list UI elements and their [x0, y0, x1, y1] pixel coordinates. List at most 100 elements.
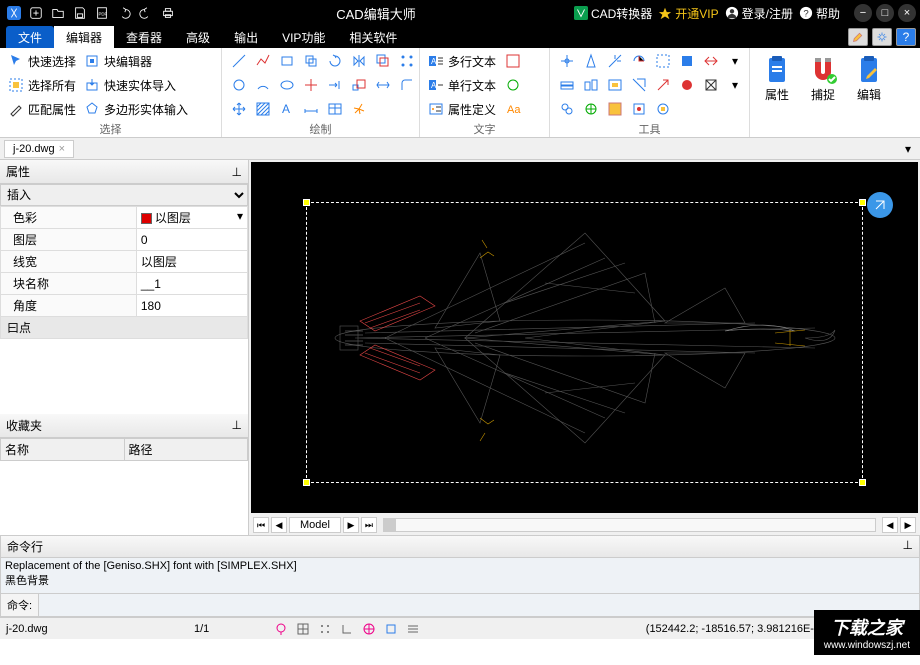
tool-11[interactable] — [604, 74, 626, 96]
attdef-button[interactable]: 属性定义 — [426, 98, 498, 120]
canvas-info-badge[interactable] — [867, 192, 893, 218]
insert-select[interactable]: 插入 — [0, 184, 248, 206]
prop-bname-value[interactable]: __1 — [136, 273, 247, 295]
menu-output[interactable]: 输出 — [222, 26, 270, 48]
pdf-icon[interactable]: PDF — [92, 3, 112, 23]
tool-1[interactable] — [556, 50, 578, 72]
polyline-icon[interactable] — [252, 50, 274, 72]
status-osnap-icon[interactable] — [382, 620, 400, 638]
selection-handle[interactable] — [303, 479, 310, 486]
paint-icon[interactable] — [848, 28, 868, 46]
pin-icon[interactable]: ⊥ — [232, 165, 242, 179]
tool-13[interactable] — [652, 74, 674, 96]
help-link[interactable]: ?帮助 — [799, 5, 840, 22]
tool-5[interactable] — [652, 50, 674, 72]
text-tool-2[interactable] — [502, 74, 524, 96]
drawing-canvas[interactable] — [251, 162, 918, 513]
hscrollbar[interactable] — [383, 518, 876, 532]
tool-18[interactable] — [580, 98, 602, 120]
settings-icon[interactable] — [872, 28, 892, 46]
tab-nav-last[interactable]: ⏭ — [361, 517, 377, 533]
file-tab[interactable]: j-20.dwg× — [4, 140, 74, 158]
arc-icon[interactable] — [252, 74, 274, 96]
quick-import-button[interactable]: 快速实体导入 — [82, 74, 190, 96]
tab-nav-prev[interactable]: ◀ — [271, 517, 287, 533]
vip-link[interactable]: 开通VIP — [658, 5, 718, 22]
snap-button[interactable]: 捕捉 — [802, 50, 844, 121]
text-draw-icon[interactable]: A — [276, 98, 298, 120]
menu-related[interactable]: 相关软件 — [337, 26, 409, 48]
pin-icon[interactable]: ⊥ — [903, 538, 913, 555]
stretch-icon[interactable] — [372, 74, 394, 96]
hatch-icon[interactable] — [252, 98, 274, 120]
selection-handle[interactable] — [303, 199, 310, 206]
fillet-icon[interactable] — [396, 74, 418, 96]
close-tab-icon[interactable]: × — [59, 143, 65, 155]
status-balloon-icon[interactable] — [272, 620, 290, 638]
match-props-button[interactable]: 匹配属性 — [6, 98, 78, 120]
undo-icon[interactable] — [114, 3, 134, 23]
close-button[interactable]: × — [898, 4, 916, 22]
print-icon[interactable] — [158, 3, 178, 23]
minimize-button[interactable]: − — [854, 4, 872, 22]
tool-2[interactable] — [580, 50, 602, 72]
circle-icon[interactable] — [228, 74, 250, 96]
mirror-icon[interactable] — [348, 50, 370, 72]
tab-nav-first[interactable]: ⏮ — [253, 517, 269, 533]
menu-vip[interactable]: VIP功能 — [270, 26, 337, 48]
status-grid-icon[interactable] — [294, 620, 312, 638]
ellipse-icon[interactable] — [276, 74, 298, 96]
table-icon[interactable] — [324, 98, 346, 120]
menu-viewer[interactable]: 查看器 — [114, 26, 174, 48]
prop-layer-value[interactable]: 0 — [136, 229, 247, 251]
tool-6[interactable] — [676, 50, 698, 72]
quick-select-button[interactable]: 快速选择 — [6, 50, 78, 72]
tool-8[interactable]: ▾ — [724, 50, 746, 72]
prop-angle-value[interactable]: 180 — [136, 295, 247, 317]
tool-15[interactable] — [700, 74, 722, 96]
extend-icon[interactable] — [324, 74, 346, 96]
tab-dropdown-icon[interactable]: ▾ — [900, 141, 916, 157]
pin-icon[interactable]: ⊥ — [232, 418, 242, 432]
tool-17[interactable] — [556, 98, 578, 120]
status-snap-icon[interactable] — [316, 620, 334, 638]
fav-name-header[interactable]: 名称 — [1, 438, 125, 460]
model-tab[interactable]: Model — [289, 517, 341, 533]
new-icon[interactable] — [26, 3, 46, 23]
rotate-icon[interactable] — [324, 50, 346, 72]
tool-7[interactable] — [700, 50, 722, 72]
tool-20[interactable] — [628, 98, 650, 120]
line-icon[interactable] — [228, 50, 250, 72]
tool-4[interactable] — [628, 50, 650, 72]
open-icon[interactable] — [48, 3, 68, 23]
properties-button[interactable]: 属性 — [756, 50, 798, 121]
prop-point-group[interactable]: 曰点 — [1, 317, 248, 339]
stext-button[interactable]: A单行文本 — [426, 74, 498, 96]
prop-color-value[interactable]: 以图层 ▾ — [136, 207, 247, 229]
login-link[interactable]: 登录/注册 — [725, 5, 793, 22]
array-icon[interactable] — [396, 50, 418, 72]
tool-21[interactable] — [652, 98, 674, 120]
mtext-button[interactable]: A多行文本 — [426, 50, 498, 72]
offset-icon[interactable] — [372, 50, 394, 72]
command-input[interactable] — [39, 594, 919, 616]
menu-editor[interactable]: 编辑器 — [54, 26, 114, 48]
explode-icon[interactable] — [348, 98, 370, 120]
tool-3[interactable] — [604, 50, 626, 72]
cad-convert-link[interactable]: CAD转换器 — [574, 5, 652, 22]
redo-icon[interactable] — [136, 3, 156, 23]
scroll-left[interactable]: ◀ — [882, 517, 898, 533]
rect-icon[interactable] — [276, 50, 298, 72]
scale-icon[interactable] — [348, 74, 370, 96]
edit-button[interactable]: 编辑 — [848, 50, 890, 121]
tool-16[interactable]: ▾ — [724, 74, 746, 96]
block-editor-button[interactable]: 块编辑器 — [82, 50, 190, 72]
move-icon[interactable] — [228, 98, 250, 120]
prop-lw-value[interactable]: 以图层 — [136, 251, 247, 273]
copy-icon[interactable] — [300, 50, 322, 72]
tool-19[interactable] — [604, 98, 626, 120]
tool-10[interactable] — [580, 74, 602, 96]
tool-9[interactable] — [556, 74, 578, 96]
tool-14[interactable] — [676, 74, 698, 96]
dim-icon[interactable] — [300, 98, 322, 120]
